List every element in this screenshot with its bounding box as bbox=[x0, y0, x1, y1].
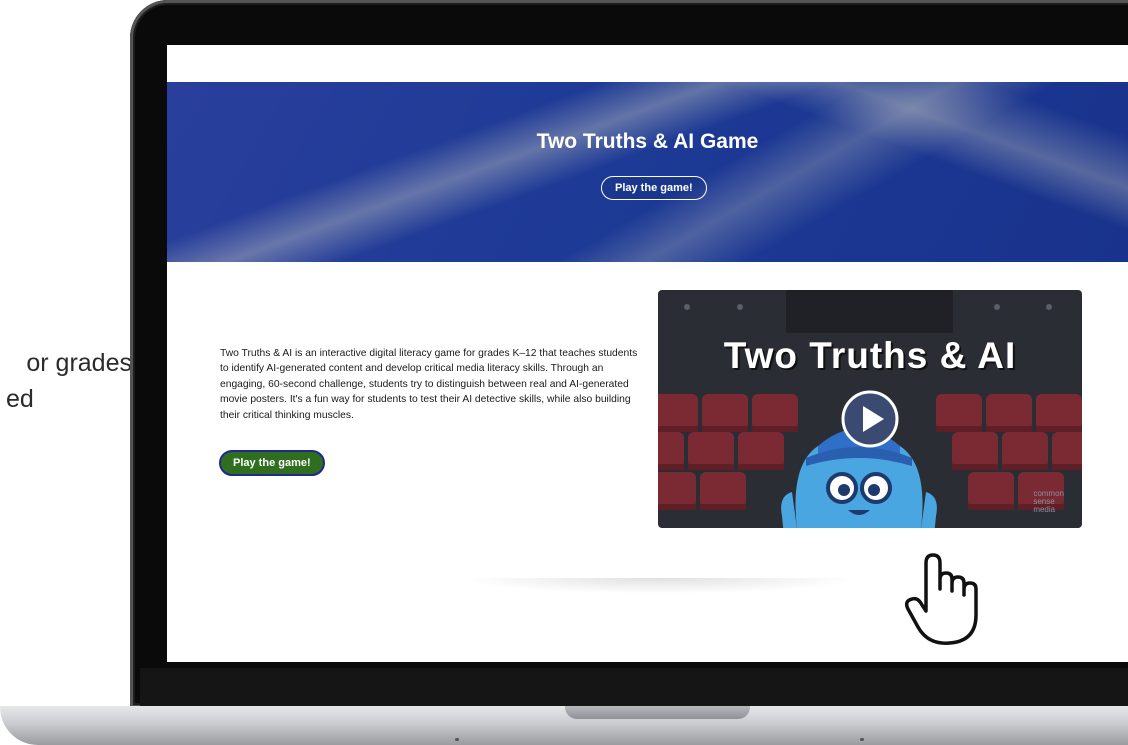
seat bbox=[986, 394, 1032, 432]
seat bbox=[1052, 432, 1082, 470]
hero-title: Two Truths & AI Game bbox=[536, 130, 759, 153]
background-text-line-2: ed bbox=[6, 385, 34, 414]
background-text-fragment: or grades ed bbox=[0, 345, 140, 418]
laptop-base bbox=[0, 706, 1128, 745]
seat bbox=[702, 394, 748, 432]
video-thumbnail[interactable]: Two Truths & AI common sense media bbox=[658, 290, 1082, 528]
light-dot bbox=[737, 304, 743, 310]
seat bbox=[658, 394, 698, 432]
light-dot bbox=[684, 304, 690, 310]
hero-banner: Two Truths & AI Game Play the game! bbox=[167, 82, 1128, 262]
seat bbox=[936, 394, 982, 432]
seat bbox=[700, 472, 746, 510]
light-dot bbox=[994, 304, 1000, 310]
laptop-screen: Two Truths & AI Game Play the game! Two … bbox=[167, 45, 1128, 662]
seat bbox=[952, 432, 998, 470]
video-title: Two Truths & AI bbox=[723, 335, 1017, 376]
laptop-notch bbox=[565, 706, 750, 719]
screen-panel bbox=[786, 290, 953, 333]
background-text-line-1: or grades bbox=[26, 349, 132, 377]
seat bbox=[658, 472, 696, 510]
play-icon[interactable] bbox=[840, 389, 900, 449]
common-sense-media-logo: common sense media bbox=[1033, 490, 1064, 514]
game-description: Two Truths & AI is an interactive digita… bbox=[220, 348, 638, 421]
seat bbox=[1036, 394, 1082, 432]
hero-play-button[interactable]: Play the game! bbox=[601, 176, 707, 200]
content-shadow bbox=[460, 578, 860, 594]
logo-line: media bbox=[1033, 505, 1056, 514]
seat bbox=[1002, 432, 1048, 470]
seat bbox=[658, 432, 684, 470]
base-foot bbox=[455, 738, 459, 741]
seat bbox=[968, 472, 1014, 510]
seat bbox=[688, 432, 734, 470]
base-foot bbox=[860, 738, 864, 741]
play-game-button[interactable]: Play the game! bbox=[219, 450, 325, 476]
hand-pointer-icon bbox=[904, 553, 978, 645]
light-dot bbox=[1046, 304, 1052, 310]
